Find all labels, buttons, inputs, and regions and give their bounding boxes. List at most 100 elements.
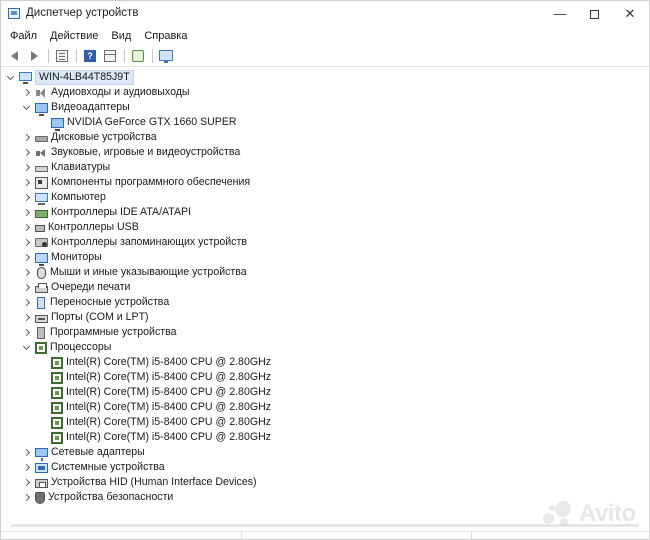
- category-label: Контроллеры USB: [48, 221, 139, 233]
- chevron-right-icon[interactable]: [21, 205, 31, 220]
- chevron-right-icon[interactable]: [21, 325, 31, 340]
- tree-device-cpu[interactable]: Intel(R) Core(TM) i5-8400 CPU @ 2.80GHz: [47, 415, 271, 430]
- properties-button[interactable]: [53, 47, 71, 65]
- display-adapter-icon: [35, 102, 48, 116]
- chevron-right-icon[interactable]: [21, 190, 31, 205]
- tree-category-monitors[interactable]: Мониторы: [21, 250, 102, 266]
- tree-category-security-devices[interactable]: Устройства безопасности: [21, 490, 173, 505]
- category-label: Очереди печати: [51, 281, 131, 293]
- chevron-down-icon[interactable]: [21, 340, 31, 355]
- minimize-button[interactable]: —: [541, 1, 579, 27]
- tree-category-display-adapters[interactable]: Видеоадаптеры: [21, 100, 130, 116]
- tree-device-cpu[interactable]: Intel(R) Core(TM) i5-8400 CPU @ 2.80GHz: [47, 355, 271, 370]
- back-button[interactable]: [5, 47, 23, 65]
- device-label: Intel(R) Core(TM) i5-8400 CPU @ 2.80GHz: [66, 401, 272, 413]
- tree-category-audio[interactable]: Аудиовходы и аудиовыходы: [21, 85, 190, 100]
- tree-category-processors[interactable]: Процессоры: [21, 340, 111, 355]
- status-bar: [1, 531, 649, 540]
- close-button[interactable]: ✕: [611, 1, 649, 27]
- tree-device-cpu[interactable]: Intel(R) Core(TM) i5-8400 CPU @ 2.80GHz: [47, 400, 271, 415]
- tree-device-cpu[interactable]: Intel(R) Core(TM) i5-8400 CPU @ 2.80GHz: [47, 370, 271, 385]
- forward-arrow-icon: [30, 50, 38, 61]
- tree-category-computer[interactable]: Компьютер: [21, 190, 106, 205]
- scan-hardware-icon: [132, 49, 144, 62]
- usb-icon: [35, 225, 45, 232]
- chevron-right-icon[interactable]: [21, 280, 31, 295]
- category-label: Переносные устройства: [50, 296, 170, 308]
- chevron-down-icon[interactable]: [5, 70, 15, 85]
- tree-category-ports[interactable]: Порты (COM и LPT): [21, 310, 149, 325]
- menu-file[interactable]: Файл: [5, 28, 42, 46]
- scan-hardware-button[interactable]: [129, 47, 147, 65]
- chevron-down-icon[interactable]: [21, 100, 31, 115]
- tree-category-sound[interactable]: Звуковые, игровые и видеоустройства: [21, 145, 240, 160]
- tree-device-gpu[interactable]: NVIDIA GeForce GTX 1660 SUPER: [47, 115, 237, 131]
- tree-device-cpu[interactable]: Intel(R) Core(TM) i5-8400 CPU @ 2.80GHz: [47, 385, 271, 400]
- tree-category-usb[interactable]: Контроллеры USB: [21, 220, 139, 235]
- tree-category-software-devices[interactable]: Программные устройства: [21, 325, 177, 340]
- chevron-right-icon[interactable]: [21, 250, 31, 265]
- chevron-right-icon[interactable]: [21, 145, 31, 160]
- chevron-right-icon[interactable]: [21, 130, 31, 145]
- tree-device-cpu[interactable]: Intel(R) Core(TM) i5-8400 CPU @ 2.80GHz: [47, 430, 271, 445]
- menu-view[interactable]: Вид: [106, 28, 136, 46]
- chevron-right-icon[interactable]: [21, 85, 31, 100]
- maximize-button[interactable]: [575, 1, 613, 27]
- forward-button[interactable]: [25, 47, 43, 65]
- watermark: Avito: [541, 499, 636, 529]
- chevron-right-icon[interactable]: [21, 310, 31, 325]
- category-label: Устройства безопасности: [48, 491, 174, 503]
- chevron-right-icon[interactable]: [21, 295, 31, 310]
- network-adapter-icon: [35, 448, 48, 461]
- tree-category-keyboards[interactable]: Клавиатуры: [21, 160, 110, 175]
- software-component-icon: [35, 176, 48, 189]
- help-button[interactable]: ?: [81, 47, 99, 65]
- chevron-right-icon[interactable]: [21, 475, 31, 490]
- processor-icon: [51, 431, 63, 444]
- maximize-icon: [589, 10, 599, 20]
- monitor-button[interactable]: [157, 47, 175, 65]
- printer-icon: [35, 283, 48, 293]
- keyboard-icon: [35, 166, 48, 172]
- category-label: Контроллеры запоминающих устройств: [51, 236, 247, 248]
- chevron-right-icon[interactable]: [21, 265, 31, 280]
- category-label: Компьютер: [51, 191, 106, 203]
- tree-category-portable-devices[interactable]: Переносные устройства: [21, 295, 169, 310]
- chevron-right-icon[interactable]: [21, 490, 31, 505]
- tree-category-storage-controllers[interactable]: Контроллеры запоминающих устройств: [21, 235, 247, 250]
- category-label: Сетевые адаптеры: [51, 446, 145, 458]
- tree-category-network-adapters[interactable]: Сетевые адаптеры: [21, 445, 145, 461]
- toolbar-separator: [124, 48, 125, 63]
- processor-icon: [51, 386, 63, 399]
- tree-category-software-components[interactable]: Компоненты программного обеспечения: [21, 175, 250, 190]
- tree-category-hid[interactable]: Устройства HID (Human Interface Devices): [21, 475, 257, 490]
- category-label: Порты (COM и LPT): [51, 311, 149, 323]
- menu-action[interactable]: Действие: [45, 28, 103, 46]
- menu-bar: Файл Действие Вид Справка: [1, 28, 192, 46]
- category-label: Системные устройства: [51, 461, 165, 473]
- view-button[interactable]: [101, 47, 119, 65]
- tree-category-disk-drives[interactable]: Дисковые устройства: [21, 130, 157, 145]
- category-label: Мыши и иные указывающие устройства: [50, 266, 247, 278]
- tree-category-system-devices[interactable]: Системные устройства: [21, 460, 165, 475]
- computer-icon: [19, 72, 32, 84]
- tree-category-mice[interactable]: Мыши и иные указывающие устройства: [21, 265, 247, 280]
- chevron-right-icon[interactable]: [21, 235, 31, 250]
- chevron-right-icon[interactable]: [21, 220, 31, 235]
- status-divider: [241, 532, 242, 540]
- toolbar: ?: [1, 45, 649, 67]
- chevron-right-icon[interactable]: [21, 460, 31, 475]
- portable-device-icon: [37, 296, 45, 309]
- chevron-right-icon[interactable]: [21, 160, 31, 175]
- chevron-right-icon[interactable]: [21, 175, 31, 190]
- tree-category-ide[interactable]: Контроллеры IDE ATA/ATAPI: [21, 205, 191, 220]
- device-label: Intel(R) Core(TM) i5-8400 CPU @ 2.80GHz: [66, 356, 272, 368]
- properties-icon: [56, 49, 68, 62]
- menu-help[interactable]: Справка: [139, 28, 192, 46]
- monitor-icon: [159, 50, 173, 63]
- chevron-right-icon[interactable]: [21, 445, 31, 460]
- disk-drive-icon: [35, 136, 48, 142]
- tree-category-print-queues[interactable]: Очереди печати: [21, 280, 130, 295]
- tree-root[interactable]: WIN-4LB44T85J9T: [5, 70, 134, 85]
- device-label: NVIDIA GeForce GTX 1660 SUPER: [67, 116, 237, 128]
